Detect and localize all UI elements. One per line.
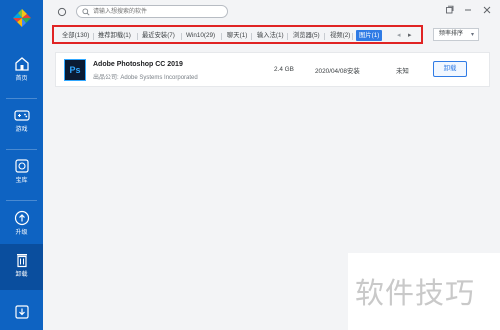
sidebar-item-label: 首页 (15, 76, 28, 82)
tab-divider (287, 33, 288, 40)
tab-video[interactable]: 视频(2) (330, 31, 350, 41)
tab-win10[interactable]: Win10(29) (186, 31, 215, 41)
tab-divider (181, 33, 182, 40)
tab-recommended-uninstall[interactable]: 推荐卸载(1) (98, 31, 131, 41)
photoshop-icon: Ps (64, 59, 86, 81)
category-tabs: 全部(130) 推荐卸载(1) 最近安装(7) Win10(29) 聊天(1) … (52, 25, 423, 44)
scroll-left-icon[interactable]: ◂ (397, 31, 401, 41)
minimize-icon[interactable] (463, 5, 473, 15)
list-item: Ps Adobe Photoshop CC 2019 出品公司: Adobe S… (55, 52, 490, 87)
sidebar: 首页 游戏 宝库 升级 卸载 (0, 0, 43, 330)
uninstall-button[interactable]: 卸载 (433, 61, 467, 77)
sidebar-item-download[interactable] (0, 298, 43, 328)
sidebar-item-uninstall[interactable]: 卸载 (0, 244, 43, 290)
tab-all[interactable]: 全部(130) (62, 31, 89, 41)
tab-images[interactable]: 图片(1) (356, 30, 383, 41)
gamepad-icon (13, 110, 30, 121)
tab-divider (221, 33, 222, 40)
sidebar-item-store[interactable]: 宝库 (0, 150, 43, 200)
sidebar-item-label: 游戏 (15, 127, 28, 133)
download-icon (14, 305, 29, 319)
refresh-icon[interactable] (57, 7, 67, 17)
sort-dropdown[interactable]: 频率排序 ▾ (433, 28, 479, 41)
sidebar-item-games[interactable]: 游戏 (0, 99, 43, 149)
tab-divider (352, 33, 353, 40)
app-logo-icon (13, 9, 31, 27)
app-name: Adobe Photoshop CC 2019 (93, 61, 183, 68)
upgrade-icon (14, 210, 29, 226)
tab-recently-installed[interactable]: 最近安装(7) (142, 31, 175, 41)
search-icon (82, 8, 90, 16)
install-date: 2020/04/08安装 (315, 68, 360, 75)
close-icon[interactable] (482, 5, 492, 15)
app-publisher: 出品公司: Adobe Systems Incorporated (93, 75, 198, 81)
sidebar-item-label: 宝库 (15, 178, 28, 184)
usage-frequency: 未知 (396, 68, 409, 75)
scroll-right-icon[interactable]: ▸ (408, 31, 412, 41)
chevron-down-icon: ▾ (470, 32, 474, 38)
app-size: 2.4 GB (274, 66, 294, 73)
sidebar-item-label: 卸载 (15, 272, 28, 278)
tab-divider (137, 33, 138, 40)
sidebar-item-label: 升级 (15, 230, 28, 236)
divider (6, 200, 37, 201)
trash-icon (16, 254, 27, 268)
sort-label: 频率排序 (439, 31, 464, 37)
home-icon (14, 57, 29, 71)
tab-browser[interactable]: 浏览器(5) (293, 31, 320, 41)
tab-divider (251, 33, 252, 40)
tab-input-method[interactable]: 输入法(1) (257, 31, 284, 41)
top-bar (43, 0, 500, 24)
tab-divider (93, 33, 94, 40)
sidebar-item-home[interactable]: 首页 (0, 48, 43, 98)
tab-chat[interactable]: 聊天(1) (227, 31, 247, 41)
search-box[interactable] (76, 5, 228, 18)
tab-divider (324, 33, 325, 40)
search-input[interactable] (93, 7, 223, 16)
store-icon (14, 159, 29, 173)
restore-icon[interactable] (444, 5, 454, 15)
watermark-text: 软件技巧 (355, 276, 476, 310)
